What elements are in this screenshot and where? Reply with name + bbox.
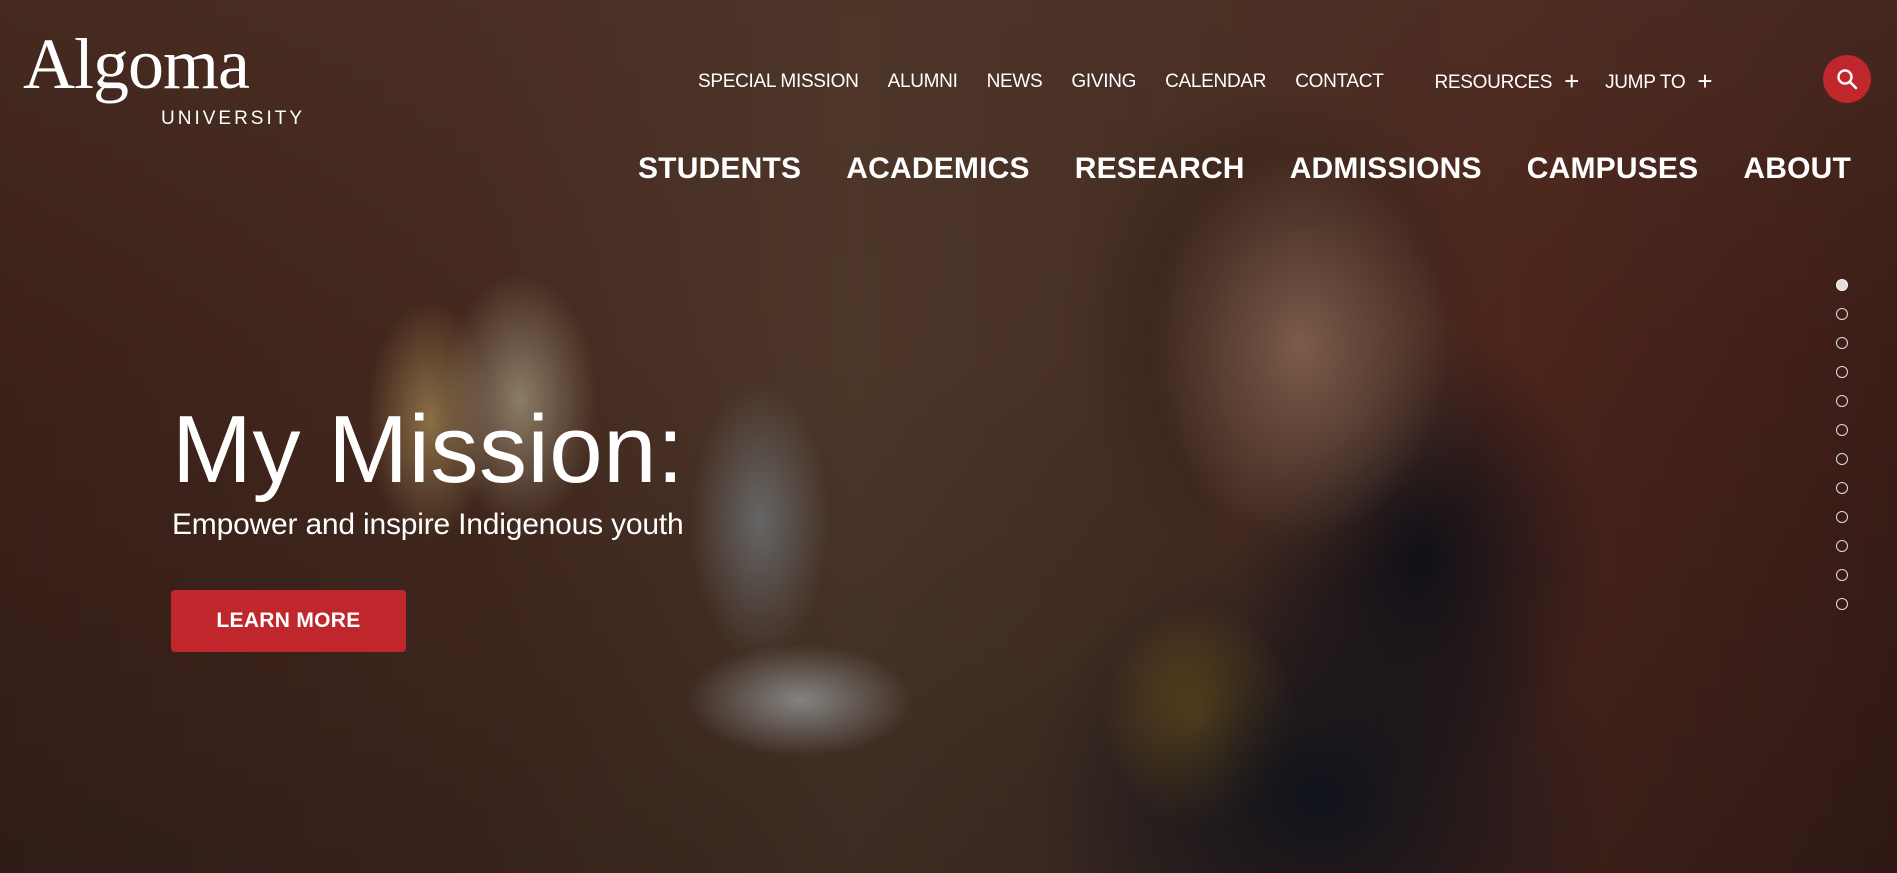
slider-pagination (1836, 279, 1850, 627)
slider-dot[interactable] (1836, 279, 1848, 291)
nav-research[interactable]: RESEARCH (1075, 152, 1245, 186)
slider-dot[interactable] (1836, 511, 1848, 523)
nav-admissions[interactable]: ADMISSIONS (1290, 152, 1482, 186)
jump-to-label: JUMP TO (1605, 72, 1686, 93)
resources-dropdown[interactable]: RESOURCES + (1435, 66, 1580, 97)
util-link-special-mission[interactable]: SPECIAL MISSION (698, 71, 859, 93)
slider-dot[interactable] (1836, 598, 1848, 610)
utility-nav: SPECIAL MISSION ALUMNI NEWS GIVING CALEN… (698, 66, 1738, 97)
hero-title: My Mission: (172, 396, 685, 503)
plus-icon: + (1697, 66, 1713, 96)
slider-dot[interactable] (1836, 366, 1848, 378)
nav-about[interactable]: ABOUT (1743, 152, 1851, 186)
util-link-alumni[interactable]: ALUMNI (888, 71, 958, 93)
main-nav: STUDENTS ACADEMICS RESEARCH ADMISSIONS C… (593, 152, 1851, 186)
util-link-calendar[interactable]: CALENDAR (1165, 71, 1266, 93)
jump-to-dropdown[interactable]: JUMP TO + (1605, 66, 1712, 97)
util-link-news[interactable]: NEWS (987, 71, 1043, 93)
hero-subtitle: Empower and inspire Indigenous youth (172, 508, 684, 541)
plus-icon: + (1564, 66, 1580, 96)
util-link-giving[interactable]: GIVING (1071, 71, 1136, 93)
slider-dot[interactable] (1836, 424, 1848, 436)
learn-more-button[interactable]: LEARN MORE (171, 590, 406, 652)
nav-academics[interactable]: ACADEMICS (846, 152, 1029, 186)
util-link-contact[interactable]: CONTACT (1295, 71, 1384, 93)
slider-dot[interactable] (1836, 453, 1848, 465)
slider-dot[interactable] (1836, 540, 1848, 552)
slider-dot[interactable] (1836, 395, 1848, 407)
slider-dot[interactable] (1836, 308, 1848, 320)
slider-dot[interactable] (1836, 337, 1848, 349)
slider-dot[interactable] (1836, 569, 1848, 581)
logo-subtitle: UNIVERSITY (161, 108, 306, 129)
logo-wordmark: Algoma (23, 24, 250, 104)
hero-section: Algoma UNIVERSITY SPECIAL MISSION ALUMNI… (0, 0, 1897, 873)
search-button[interactable] (1823, 55, 1871, 103)
site-logo[interactable]: Algoma UNIVERSITY (23, 24, 302, 129)
search-icon (1837, 69, 1858, 90)
nav-students[interactable]: STUDENTS (638, 152, 801, 186)
slider-dot[interactable] (1836, 482, 1848, 494)
resources-label: RESOURCES (1434, 72, 1553, 93)
nav-campuses[interactable]: CAMPUSES (1527, 152, 1699, 186)
